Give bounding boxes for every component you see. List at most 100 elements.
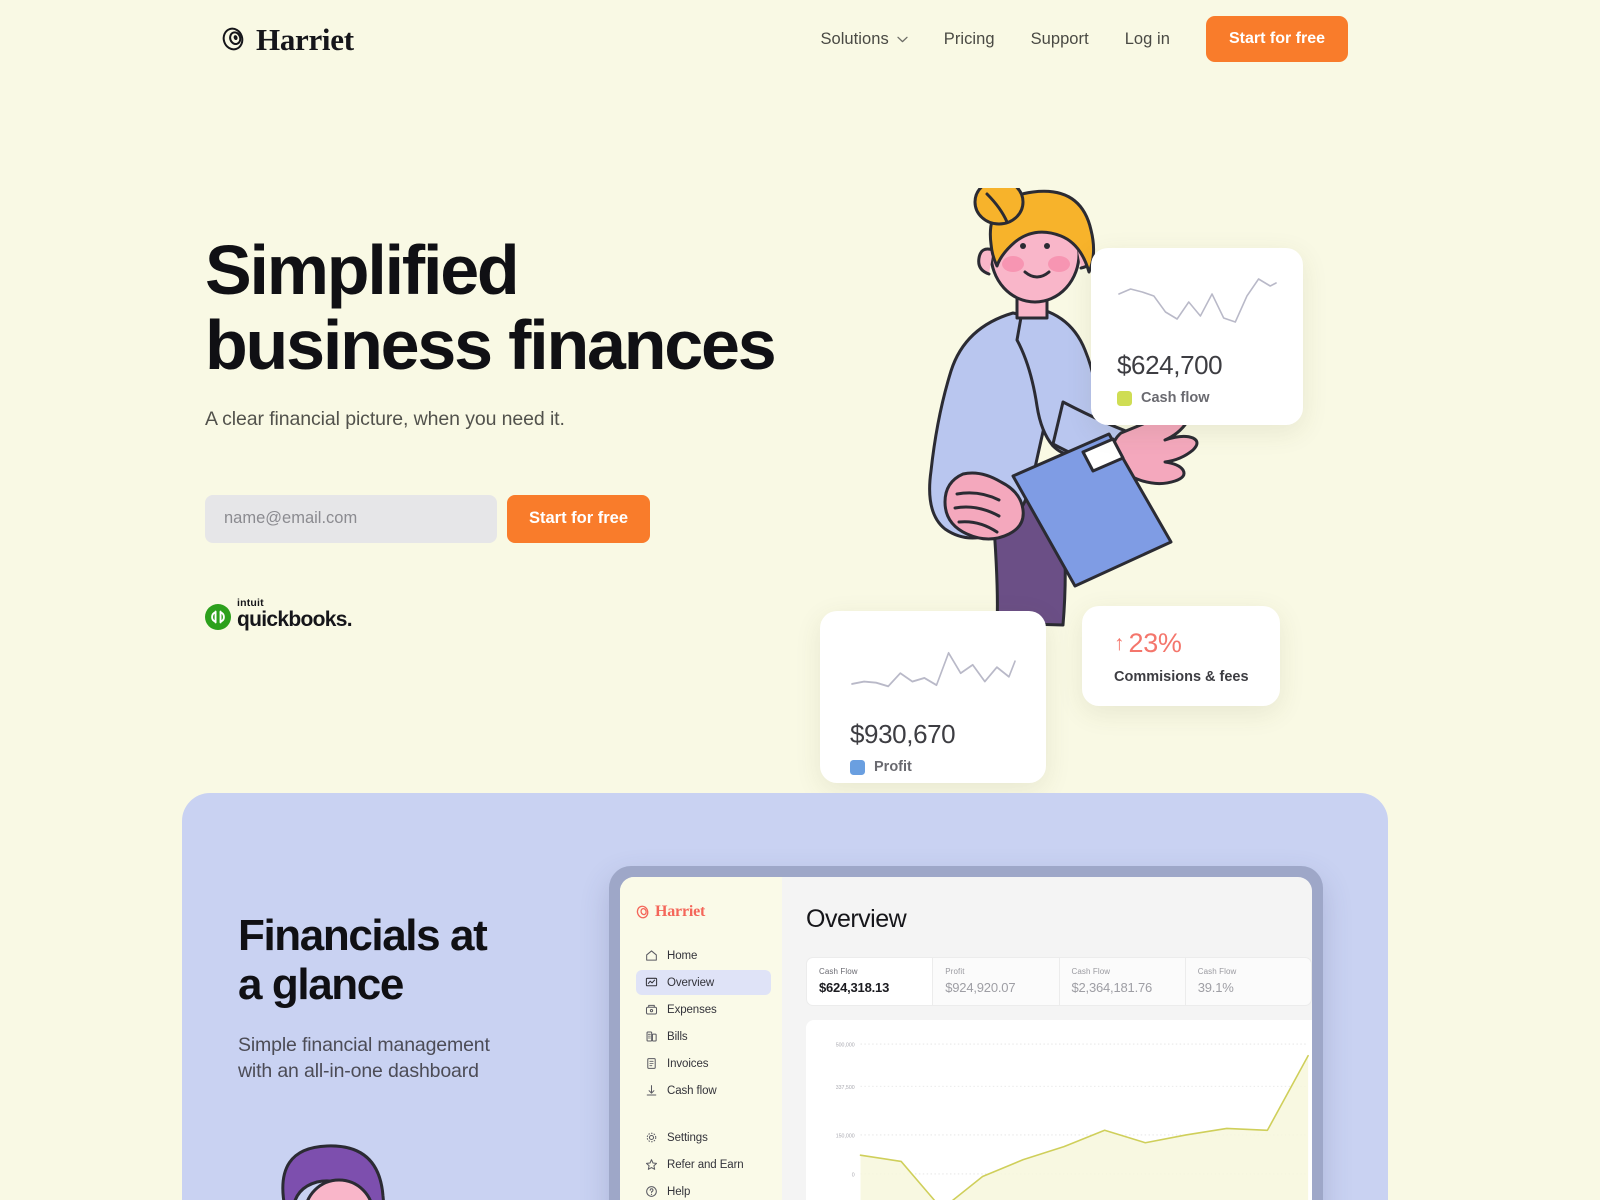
glance-title-line-2: a glance <box>238 960 404 1010</box>
cash-flow-swatch <box>1117 390 1132 406</box>
stat-card-commissions: ↑ 23% Commisions & fees <box>1082 606 1280 706</box>
nav-item-solutions-label: Solutions <box>820 29 889 48</box>
sidebar-item-settings-label: Settings <box>667 1131 708 1144</box>
site-header: Harriet Solutions Pricing Support Log in… <box>0 0 1600 78</box>
star-icon <box>645 1159 658 1170</box>
profit-value: $930,670 <box>850 719 956 749</box>
dashboard-tablet-mockup: Harriet Home Overview Expenses Bills Inv… <box>609 866 1323 1200</box>
home-icon <box>646 950 657 961</box>
dashboard-brand-name: Harriet <box>655 903 706 920</box>
sidebar-item-expenses-label: Expenses <box>667 1003 717 1016</box>
chart-monitor-icon <box>645 977 658 987</box>
kpi-label: Profit <box>945 967 965 976</box>
financials-at-a-glance-section: Financials at a glance Simple financial … <box>182 793 1388 1200</box>
profit-sparkline <box>851 651 1016 688</box>
svg-text:337,500: 337,500 <box>836 1085 855 1091</box>
cash-flow-area-chart: 500,000337,500150,0000-150,000Jun 2022Ju… <box>806 1020 1312 1200</box>
quickbooks-label: quickbooks. <box>237 608 353 632</box>
person-with-coin-illustration <box>281 1144 385 1200</box>
sidebar-item-overview[interactable]: Overview <box>636 970 771 995</box>
kpi-label: Cash Flow <box>819 967 858 976</box>
dashboard-sidebar: Harriet Home Overview Expenses Bills Inv… <box>620 877 782 1200</box>
cash-flow-legend: Cash flow <box>1117 390 1277 406</box>
glance-copy: Financials at a glance Simple financial … <box>238 911 568 1085</box>
sidebar-item-help[interactable]: Help <box>636 1179 771 1200</box>
kpi-value: 39.1% <box>1197 980 1234 995</box>
kpi-label: Cash Flow <box>1071 967 1111 976</box>
commissions-value: 23% <box>1128 628 1182 658</box>
harriet-spiral-logo-icon <box>222 27 244 51</box>
stat-card-cash-flow: $624,700 Cash flow <box>1091 248 1303 425</box>
wallet-icon <box>645 1004 658 1015</box>
kpi-card[interactable]: Cash Flow $2,364,181.76 <box>1058 957 1185 1006</box>
email-input[interactable] <box>205 494 497 543</box>
cash-flow-value: $624,700 <box>1117 350 1223 380</box>
dashboard-brand[interactable]: Harriet <box>636 903 771 921</box>
kpi-card[interactable]: Cash Flow $624,318.13 <box>806 957 933 1006</box>
glance-title-line-1: Financials at <box>238 911 488 960</box>
glance-subtitle-line-2: with an all-in-one dashboard <box>238 1060 479 1083</box>
sidebar-item-cash-flow[interactable]: Cash flow <box>636 1078 771 1103</box>
brand-name: Harriet <box>256 21 354 57</box>
kpi-label: Cash Flow <box>1197 967 1237 976</box>
kpi-card[interactable]: Cash Flow 39.1% <box>1184 957 1312 1006</box>
sidebar-item-overview-label: Overview <box>667 976 715 989</box>
glance-title: Financials at a glance <box>238 911 568 1010</box>
nav-item-support[interactable]: Support <box>1013 22 1107 57</box>
cash-flow-icon <box>646 1085 657 1096</box>
cash-flow-sparkline <box>1118 278 1277 323</box>
hero-copy: Simplified business finances A clear fin… <box>205 233 845 631</box>
hero-title-line-1: Simplified <box>205 231 520 309</box>
quickbooks-wordmark: intuit quickbooks. <box>237 598 353 632</box>
sidebar-item-home-label: Home <box>667 949 698 962</box>
sidebar-item-bills[interactable]: Bills <box>636 1024 771 1049</box>
quickbooks-partner-logo: intuit quickbooks. <box>205 598 353 631</box>
cash-flow-legend-label: Cash flow <box>1141 390 1210 406</box>
dashboard-main: Overview Cash Flow $624,318.13 Profit $9… <box>782 877 1312 1200</box>
help-icon <box>646 1186 657 1197</box>
sidebar-item-cash-flow-label: Cash flow <box>667 1084 717 1097</box>
dashboard-screen: Harriet Home Overview Expenses Bills Inv… <box>620 877 1312 1200</box>
sidebar-item-invoices[interactable]: Invoices <box>636 1051 771 1076</box>
sidebar-item-home[interactable]: Home <box>636 943 771 968</box>
hero-section: Simplified business finances A clear fin… <box>0 78 1600 793</box>
sidebar-item-bills-label: Bills <box>667 1030 688 1043</box>
gear-icon <box>646 1132 657 1143</box>
nav-item-pricing[interactable]: Pricing <box>926 22 1013 57</box>
profit-legend: Profit <box>850 759 1016 775</box>
arrow-up-icon: ↑ <box>1114 632 1125 655</box>
nav-item-solutions[interactable]: Solutions <box>802 22 925 57</box>
sidebar-item-refer-and-earn[interactable]: Refer and Earn <box>636 1152 771 1177</box>
profit-legend-label: Profit <box>874 759 912 775</box>
kpi-card-row: Cash Flow $624,318.13 Profit $924,920.07… <box>806 957 1312 1006</box>
qb-circle-icon <box>205 604 231 631</box>
stat-card-profit: $930,670 Profit <box>820 611 1046 783</box>
kpi-value: $2,364,181.76 <box>1071 980 1153 995</box>
receipt-icon <box>646 1031 657 1042</box>
kpi-card[interactable]: Profit $924,920.07 <box>932 957 1059 1006</box>
dashboard-page-title: Overview <box>806 905 907 933</box>
hero-title: Simplified business finances <box>205 233 845 383</box>
hero-signup-form: Start for free <box>205 494 845 543</box>
document-icon <box>647 1058 656 1069</box>
sidebar-item-expenses[interactable]: Expenses <box>636 997 771 1022</box>
brand-logo[interactable]: Harriet <box>221 24 354 55</box>
sidebar-item-refer-and-earn-label: Refer and Earn <box>667 1158 744 1171</box>
hero-start-for-free-button[interactable]: Start for free <box>507 494 651 543</box>
svg-text:150,000: 150,000 <box>836 1134 855 1140</box>
hero-subtitle: A clear financial picture, when you need… <box>205 407 565 430</box>
hero-title-line-2: business finances <box>205 305 777 384</box>
svg-text:500,000: 500,000 <box>836 1043 855 1049</box>
sidebar-item-settings[interactable]: Settings <box>636 1125 771 1150</box>
nav-start-for-free-button[interactable]: Start for free <box>1205 16 1348 62</box>
hero-illustration: $624,700 Cash flow $930,670 Profit ↑ 23% <box>810 158 1330 798</box>
primary-nav: Solutions Pricing Support Log in Start f… <box>802 16 1348 62</box>
kpi-value: $924,920.07 <box>945 980 1016 995</box>
harriet-spiral-logo-icon <box>636 905 649 919</box>
svg-text:0: 0 <box>852 1172 855 1178</box>
sidebar-item-invoices-label: Invoices <box>667 1057 709 1070</box>
cash-flow-chart-svg: 500,000337,500150,0000-150,000Jun 2022Ju… <box>836 1043 1309 1200</box>
chevron-down-icon <box>897 36 908 42</box>
nav-item-login[interactable]: Log in <box>1107 22 1188 57</box>
profit-swatch <box>850 759 865 775</box>
